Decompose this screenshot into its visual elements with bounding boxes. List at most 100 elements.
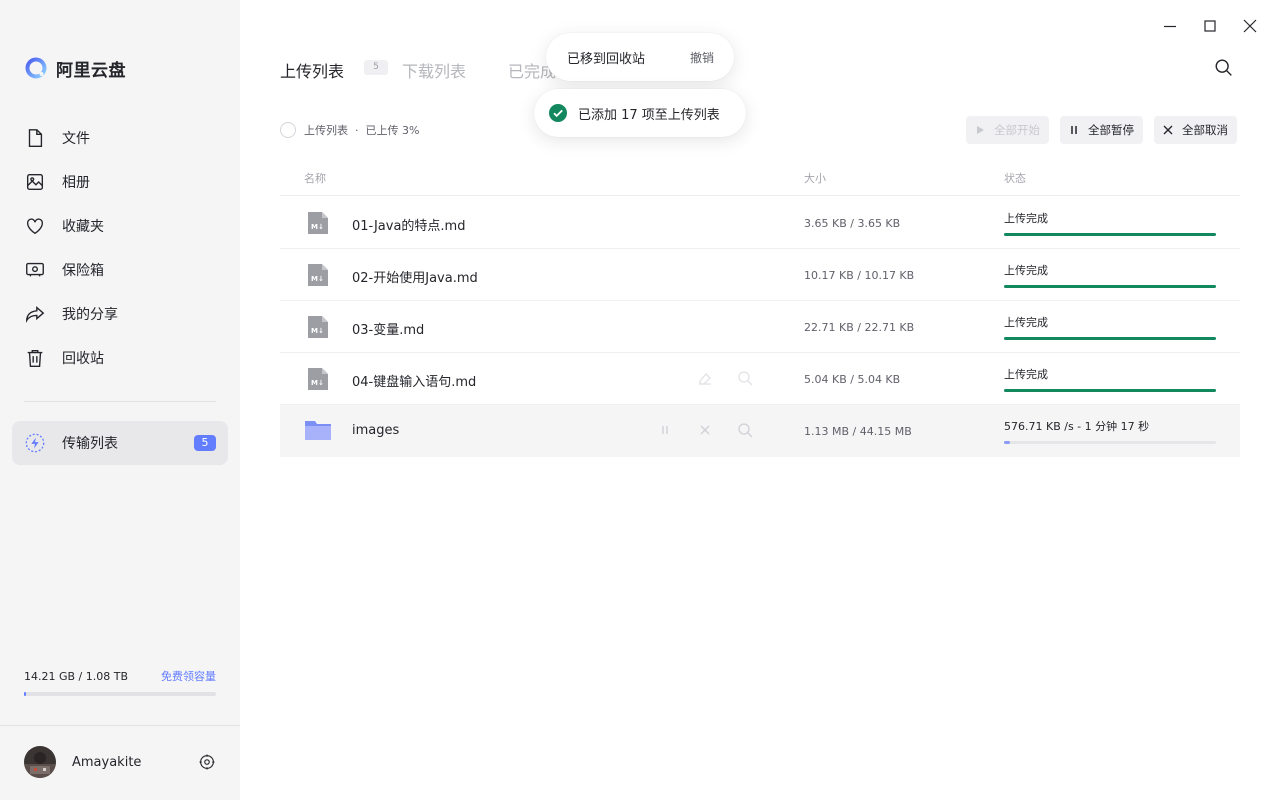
upload-progress-fill [1004,337,1216,340]
pause-icon[interactable] [656,421,674,439]
sidebar-item-safe[interactable]: 保险箱 [12,248,228,292]
moved-to-trash-toast: 已移到回收站 撤销 [546,33,734,81]
upload-progress-bar [1004,389,1216,392]
app-window: 阿里云盘 文件 相册 收藏夹 保险箱 我的分享 回收站 传输列表 5 14.21… [0,0,1280,800]
file-name: 03-变量.md [352,323,425,338]
column-header-status: 状态 [1004,172,1026,185]
summary-progress: 已上传 3% [365,124,420,137]
sidebar-item-transfer-list[interactable]: 传输列表 5 [12,421,228,465]
table-row[interactable]: M↓ 01-Java的特点.md 3.65 KB / 3.65 KB 上传完成 [280,197,1240,249]
storage-used-text: 14.21 GB / 1.08 TB [24,669,129,683]
settings-gear-icon[interactable] [198,753,216,771]
select-all-checkbox[interactable] [280,122,296,138]
table-header: 名称 大小 状态 [280,164,1240,196]
start-all-button[interactable]: 全部开始 [966,116,1049,144]
file-size: 3.65 KB / 3.65 KB [804,217,901,230]
upload-status: 上传完成 [1004,316,1048,329]
pause-icon [1071,126,1077,134]
upload-progress-fill [1004,233,1216,236]
svg-text:M↓: M↓ [311,379,324,387]
table-row[interactable]: M↓ 04-键盘输入语句.md 5.04 KB / 5.04 KB 上传完成 [280,353,1240,405]
maximize-icon[interactable] [1200,16,1220,36]
cancel-icon[interactable] [696,421,714,439]
svg-text:M↓: M↓ [311,223,324,231]
pause-all-button[interactable]: 全部暂停 [1060,116,1143,144]
upload-speed-eta: 576.71 KB /s - 1 分钟 17 秒 [1004,420,1150,433]
clear-record-icon[interactable] [696,369,714,387]
locate-file-icon[interactable] [736,369,754,387]
file-size: 5.04 KB / 5.04 KB [804,373,901,386]
heart-icon [26,218,44,235]
sidebar-item-label: 我的分享 [62,307,118,323]
markdown-file-icon: M↓ [308,368,328,390]
play-icon [977,126,984,134]
table-row[interactable]: M↓ 02-开始使用Java.md 10.17 KB / 10.17 KB 上传… [280,249,1240,301]
lightning-icon [25,433,45,453]
upload-progress-bar [1004,337,1216,340]
safe-icon [26,262,44,277]
file-size: 10.17 KB / 10.17 KB [804,269,915,282]
aliyun-drive-logo-icon [25,57,47,79]
transfer-count-badge: 5 [194,435,216,451]
sidebar-item-label: 保险箱 [62,263,104,279]
storage-progress-fill [24,692,27,696]
storage-progress-bar [24,692,216,696]
sidebar-item-share[interactable]: 我的分享 [12,292,228,336]
upload-summary: 上传列表 · 已上传 3% [280,121,419,139]
markdown-file-icon: M↓ [308,212,328,234]
storage-quota: 14.21 GB / 1.08 TB 免费领容量 [24,668,216,696]
upload-status: 上传完成 [1004,212,1048,225]
cancel-all-button[interactable]: 全部取消 [1154,116,1237,144]
table-row[interactable]: images 1.13 MB / 44.15 MB 576.71 KB /s -… [280,405,1240,457]
free-capacity-link[interactable]: 免费领容量 [161,668,216,684]
sidebar-item-album[interactable]: 相册 [12,160,228,204]
brand-name: 阿里云盘 [56,60,126,81]
check-circle-icon [549,104,567,122]
upload-count-badge: 5 [364,59,389,75]
sidebar-item-favorites[interactable]: 收藏夹 [12,204,228,248]
file-size: 1.13 MB / 44.15 MB [804,425,912,438]
sidebar-item-label: 回收站 [62,351,104,367]
sidebar-nav: 文件 相册 收藏夹 保险箱 我的分享 回收站 [12,116,228,380]
sidebar-item-trash[interactable]: 回收站 [12,336,228,380]
search-icon[interactable] [1213,57,1235,79]
sidebar-item-label: 相册 [62,175,90,191]
upload-progress-fill [1004,389,1216,392]
locate-file-icon[interactable] [736,421,754,439]
file-size: 22.71 KB / 22.71 KB [804,321,915,334]
summary-separator: · [355,123,359,137]
trash-icon [27,349,43,367]
upload-status: 上传完成 [1004,264,1048,277]
upload-status: 上传完成 [1004,368,1048,381]
sidebar: 阿里云盘 文件 相册 收藏夹 保险箱 我的分享 回收站 传输列表 5 14.21… [0,0,240,800]
upload-progress-bar [1004,233,1216,236]
upload-progress-fill [1004,285,1216,288]
folder-name: images [352,423,400,438]
minimize-icon[interactable] [1160,16,1180,36]
column-header-size: 大小 [804,172,826,185]
sidebar-item-label: 传输列表 [62,436,118,452]
markdown-file-icon: M↓ [308,264,328,286]
upload-progress-bar [1004,285,1216,288]
close-icon[interactable] [1240,16,1260,36]
undo-button[interactable]: 撤销 [690,49,714,66]
tab-download-list[interactable]: 下载列表 [402,58,466,82]
markdown-file-icon: M↓ [308,316,328,338]
avatar[interactable] [24,746,56,778]
toast-message: 已移到回收站 [567,51,646,67]
user-name: Amayakite [72,754,142,770]
close-icon [1163,125,1173,135]
file-icon [28,129,43,147]
folder-icon [305,421,331,440]
cancel-all-label: 全部取消 [1182,123,1228,137]
sidebar-item-label: 收藏夹 [62,219,104,235]
sidebar-footer-divider [0,725,240,726]
brand: 阿里云盘 [24,56,126,81]
summary-label: 上传列表 [304,124,348,137]
column-header-name: 名称 [304,172,326,185]
user-profile[interactable]: Amayakite [24,746,216,778]
sidebar-item-files[interactable]: 文件 [12,116,228,160]
tab-upload-list[interactable]: 上传列表 [280,58,344,82]
table-row[interactable]: M↓ 03-变量.md 22.71 KB / 22.71 KB 上传完成 [280,301,1240,353]
sidebar-item-label: 文件 [62,131,90,147]
